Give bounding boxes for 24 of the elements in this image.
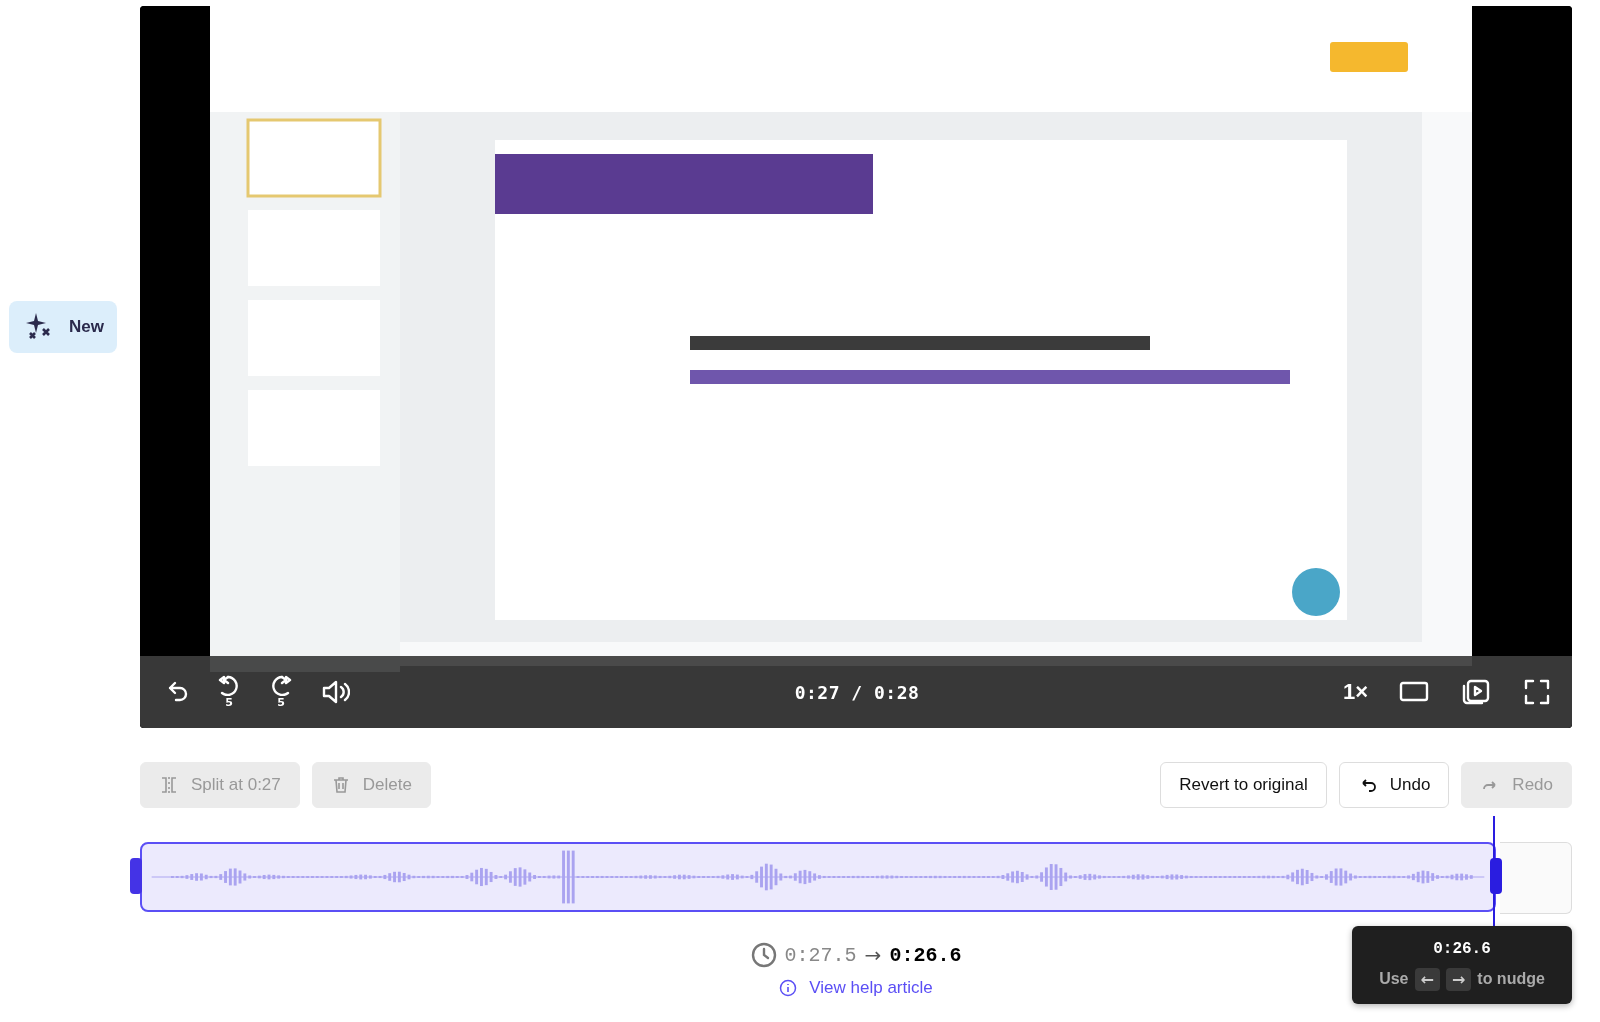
new-time: 0:26.6 bbox=[889, 943, 962, 967]
trimmed-track bbox=[1500, 842, 1572, 914]
help-link[interactable]: View help article bbox=[779, 978, 933, 998]
clock-icon bbox=[750, 942, 777, 968]
playback-speed-button[interactable]: 1× bbox=[1342, 679, 1368, 705]
undo-button[interactable]: Undo bbox=[1338, 762, 1450, 808]
revert-button[interactable]: Revert to original bbox=[1160, 762, 1327, 808]
forward-button[interactable]: 5 bbox=[268, 674, 294, 710]
tooltip-text: to nudge bbox=[1477, 970, 1545, 988]
key-cap: → bbox=[1445, 967, 1472, 991]
video-layers-icon[interactable] bbox=[1460, 678, 1492, 706]
key-cap: ← bbox=[1414, 967, 1440, 991]
rewind-button[interactable]: 5 bbox=[216, 674, 242, 710]
tooltip-time: 0:26.6 bbox=[1433, 939, 1491, 958]
speaker-icon[interactable] bbox=[320, 678, 350, 706]
new-button[interactable]: New bbox=[9, 301, 117, 353]
trim-handle[interactable] bbox=[130, 858, 142, 894]
fullscreen-icon[interactable] bbox=[1522, 677, 1552, 707]
split-icon bbox=[159, 775, 179, 795]
arrow-glyph: → bbox=[864, 943, 882, 967]
info-icon bbox=[779, 979, 798, 997]
original-time: 0:27.5 bbox=[784, 943, 857, 967]
tooltip-text: Use bbox=[1379, 970, 1409, 988]
time-display: 0:27 / 0:28 bbox=[794, 681, 920, 703]
